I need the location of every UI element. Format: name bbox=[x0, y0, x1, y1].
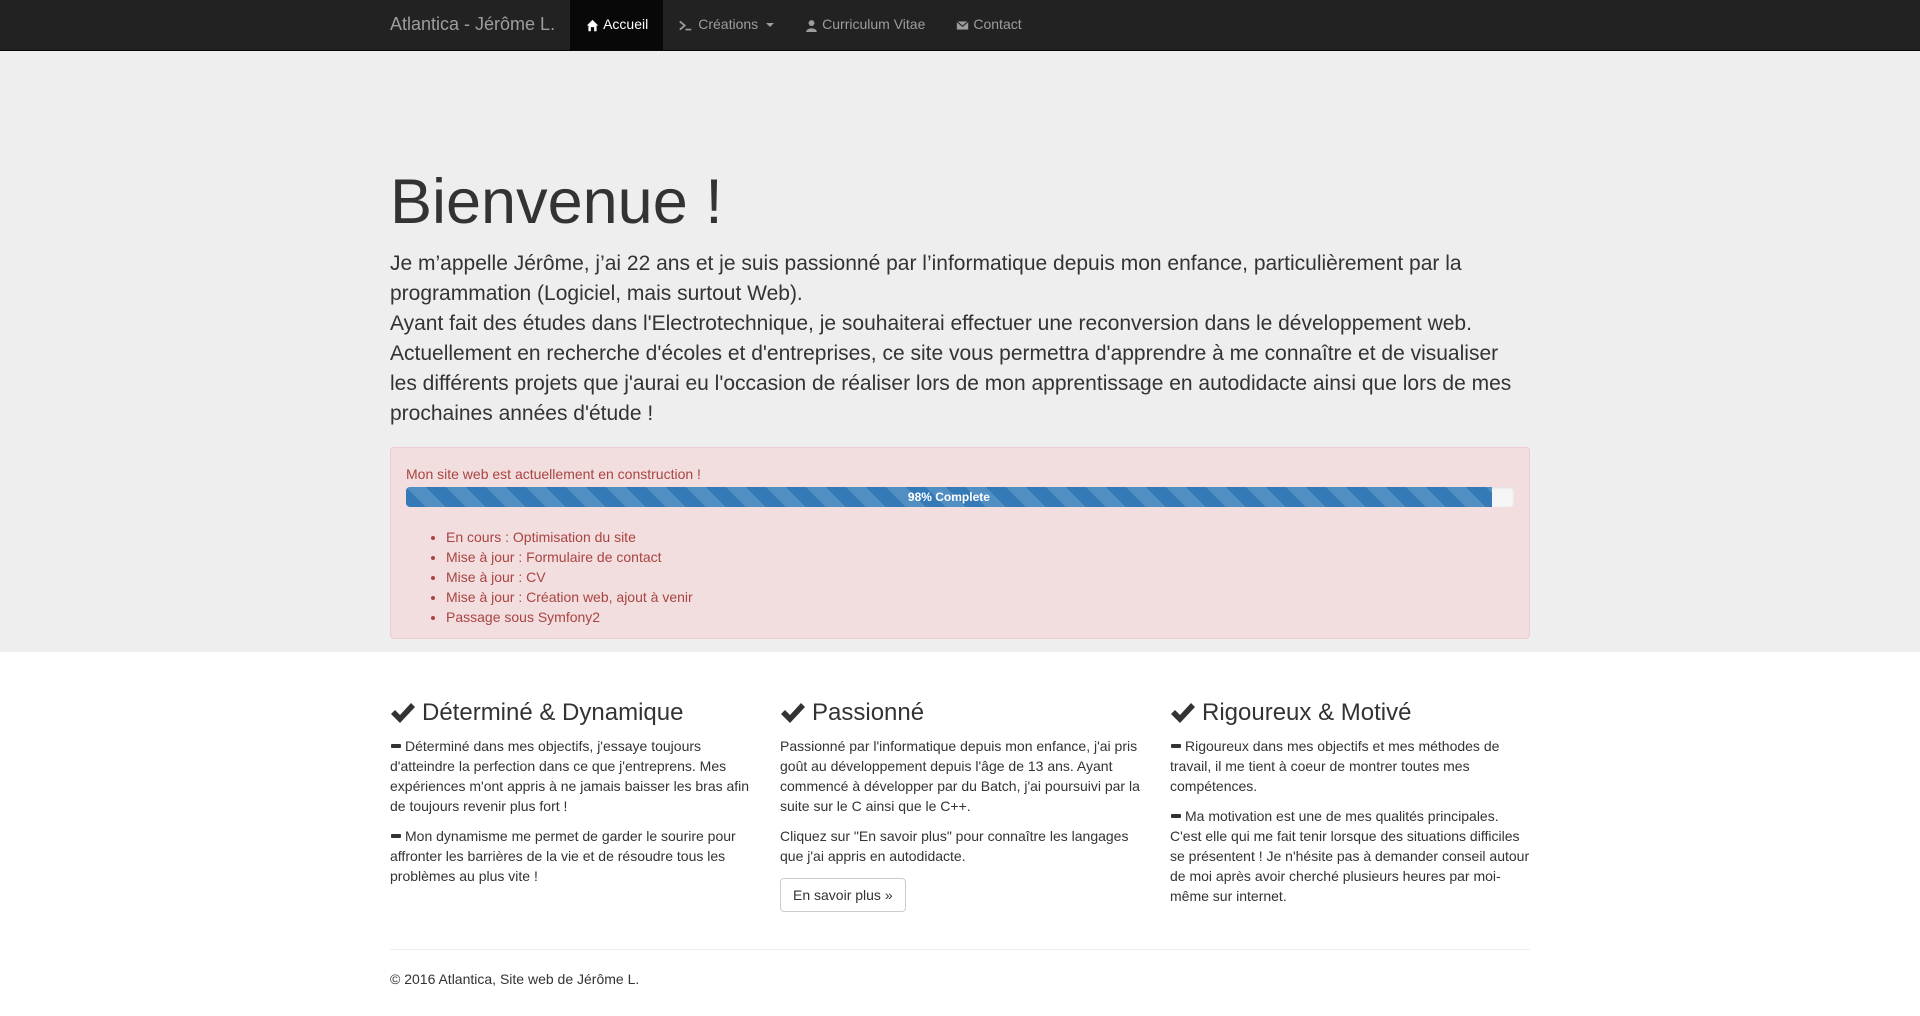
construction-alert: Mon site web est actuellement en constru… bbox=[390, 447, 1530, 640]
feature-text: Rigoureux dans mes objectifs et mes méth… bbox=[1170, 738, 1500, 795]
list-item: En cours : Optimisation du site bbox=[446, 527, 1514, 547]
feature-title: Déterminé & Dynamique bbox=[422, 699, 684, 726]
footer-text: © 2016 Atlantica, Site web de Jérôme L. bbox=[390, 971, 640, 988]
check-icon bbox=[390, 702, 416, 724]
check-icon bbox=[1170, 702, 1196, 724]
nav-item-label: Curriculum Vitae bbox=[822, 16, 926, 32]
progress-bar: 98% Complete bbox=[406, 487, 1492, 508]
nav-item-cv[interactable]: Curriculum Vitae bbox=[789, 0, 940, 50]
minus-icon bbox=[391, 744, 401, 749]
feature-paragraph: Mon dynamisme me permet de garder le sou… bbox=[390, 826, 750, 886]
feature-passionne: Passionné Passionné par l'informatique d… bbox=[780, 699, 1140, 916]
navbar-inner: Atlantica - Jérôme L. Accueil Créations … bbox=[390, 0, 1530, 50]
minus-icon bbox=[1171, 744, 1181, 749]
nav-item-label: Accueil bbox=[603, 16, 649, 32]
intro-line-1: Je m’appelle Jérôme, j’ai 22 ans et je s… bbox=[390, 252, 1462, 306]
list-item: Mise à jour : Création web, ajout à veni… bbox=[446, 587, 1514, 607]
alert-title: Mon site web est actuellement en constru… bbox=[406, 466, 701, 483]
feature-text: Passionné par l'informatique depuis mon … bbox=[780, 738, 1140, 815]
jumbotron-container: Bienvenue ! Je m’appelle Jérôme, j’ai 22… bbox=[390, 167, 1530, 640]
update-list: En cours : Optimisation du site Mise à j… bbox=[406, 527, 1514, 627]
intro-text: Je m’appelle Jérôme, j’ai 22 ans et je s… bbox=[390, 249, 1530, 429]
home-icon bbox=[585, 18, 599, 32]
progress-track: 98% Complete bbox=[406, 487, 1514, 508]
nav-item-creations[interactable]: Créations bbox=[663, 0, 789, 50]
jumbotron: Bienvenue ! Je m’appelle Jérôme, j’ai 22… bbox=[0, 51, 1920, 652]
intro-line-2: Ayant fait des études dans l'Electrotech… bbox=[390, 312, 1512, 426]
list-item: Mise à jour : Formulaire de contact bbox=[446, 547, 1514, 567]
list-item: Passage sous Symfony2 bbox=[446, 607, 1514, 627]
feature-title: Rigoureux & Motivé bbox=[1202, 699, 1412, 726]
feature-text: Ma motivation est une de mes qualités pr… bbox=[1170, 808, 1530, 905]
minus-icon bbox=[391, 834, 401, 839]
terminal-icon bbox=[678, 18, 692, 32]
learn-more-button[interactable]: En savoir plus » bbox=[780, 878, 906, 913]
nav-item-label: Contact bbox=[973, 16, 1022, 32]
features-row: Déterminé & Dynamique Déterminé dans mes… bbox=[390, 699, 1530, 916]
feature-text: Cliquez sur "En savoir plus" pour connaî… bbox=[780, 828, 1129, 865]
divider bbox=[390, 949, 1530, 951]
feature-text: Déterminé dans mes objectifs, j'essaye t… bbox=[390, 738, 750, 815]
feature-heading: Passionné bbox=[780, 699, 1140, 726]
page-title: Bienvenue ! bbox=[390, 167, 723, 237]
nav-item-label: Créations bbox=[698, 16, 759, 32]
envelope-icon bbox=[955, 18, 969, 32]
feature-paragraph: Déterminé dans mes objectifs, j'essaye t… bbox=[390, 736, 750, 816]
user-icon bbox=[804, 18, 818, 32]
feature-heading: Rigoureux & Motivé bbox=[1170, 699, 1530, 726]
feature-paragraph: Rigoureux dans mes objectifs et mes méth… bbox=[1170, 736, 1530, 796]
feature-determine: Déterminé & Dynamique Déterminé dans mes… bbox=[390, 699, 750, 916]
feature-text: Mon dynamisme me permet de garder le sou… bbox=[390, 828, 736, 885]
feature-paragraph: Ma motivation est une de mes qualités pr… bbox=[1170, 806, 1530, 906]
caret-down-icon bbox=[766, 23, 775, 27]
feature-rigoureux: Rigoureux & Motivé Rigoureux dans mes ob… bbox=[1170, 699, 1530, 916]
main-container: Déterminé & Dynamique Déterminé dans mes… bbox=[390, 699, 1530, 990]
list-item: Mise à jour : CV bbox=[446, 567, 1514, 587]
navbar-brand[interactable]: Atlantica - Jérôme L. bbox=[390, 0, 570, 50]
navbar: Atlantica - Jérôme L. Accueil Créations … bbox=[0, 0, 1920, 51]
nav-item-contact[interactable]: Contact bbox=[940, 0, 1036, 50]
minus-icon bbox=[1171, 814, 1181, 819]
nav-item-accueil[interactable]: Accueil bbox=[570, 0, 664, 50]
feature-title: Passionné bbox=[812, 699, 925, 726]
feature-heading: Déterminé & Dynamique bbox=[390, 699, 750, 726]
check-icon bbox=[780, 702, 806, 724]
